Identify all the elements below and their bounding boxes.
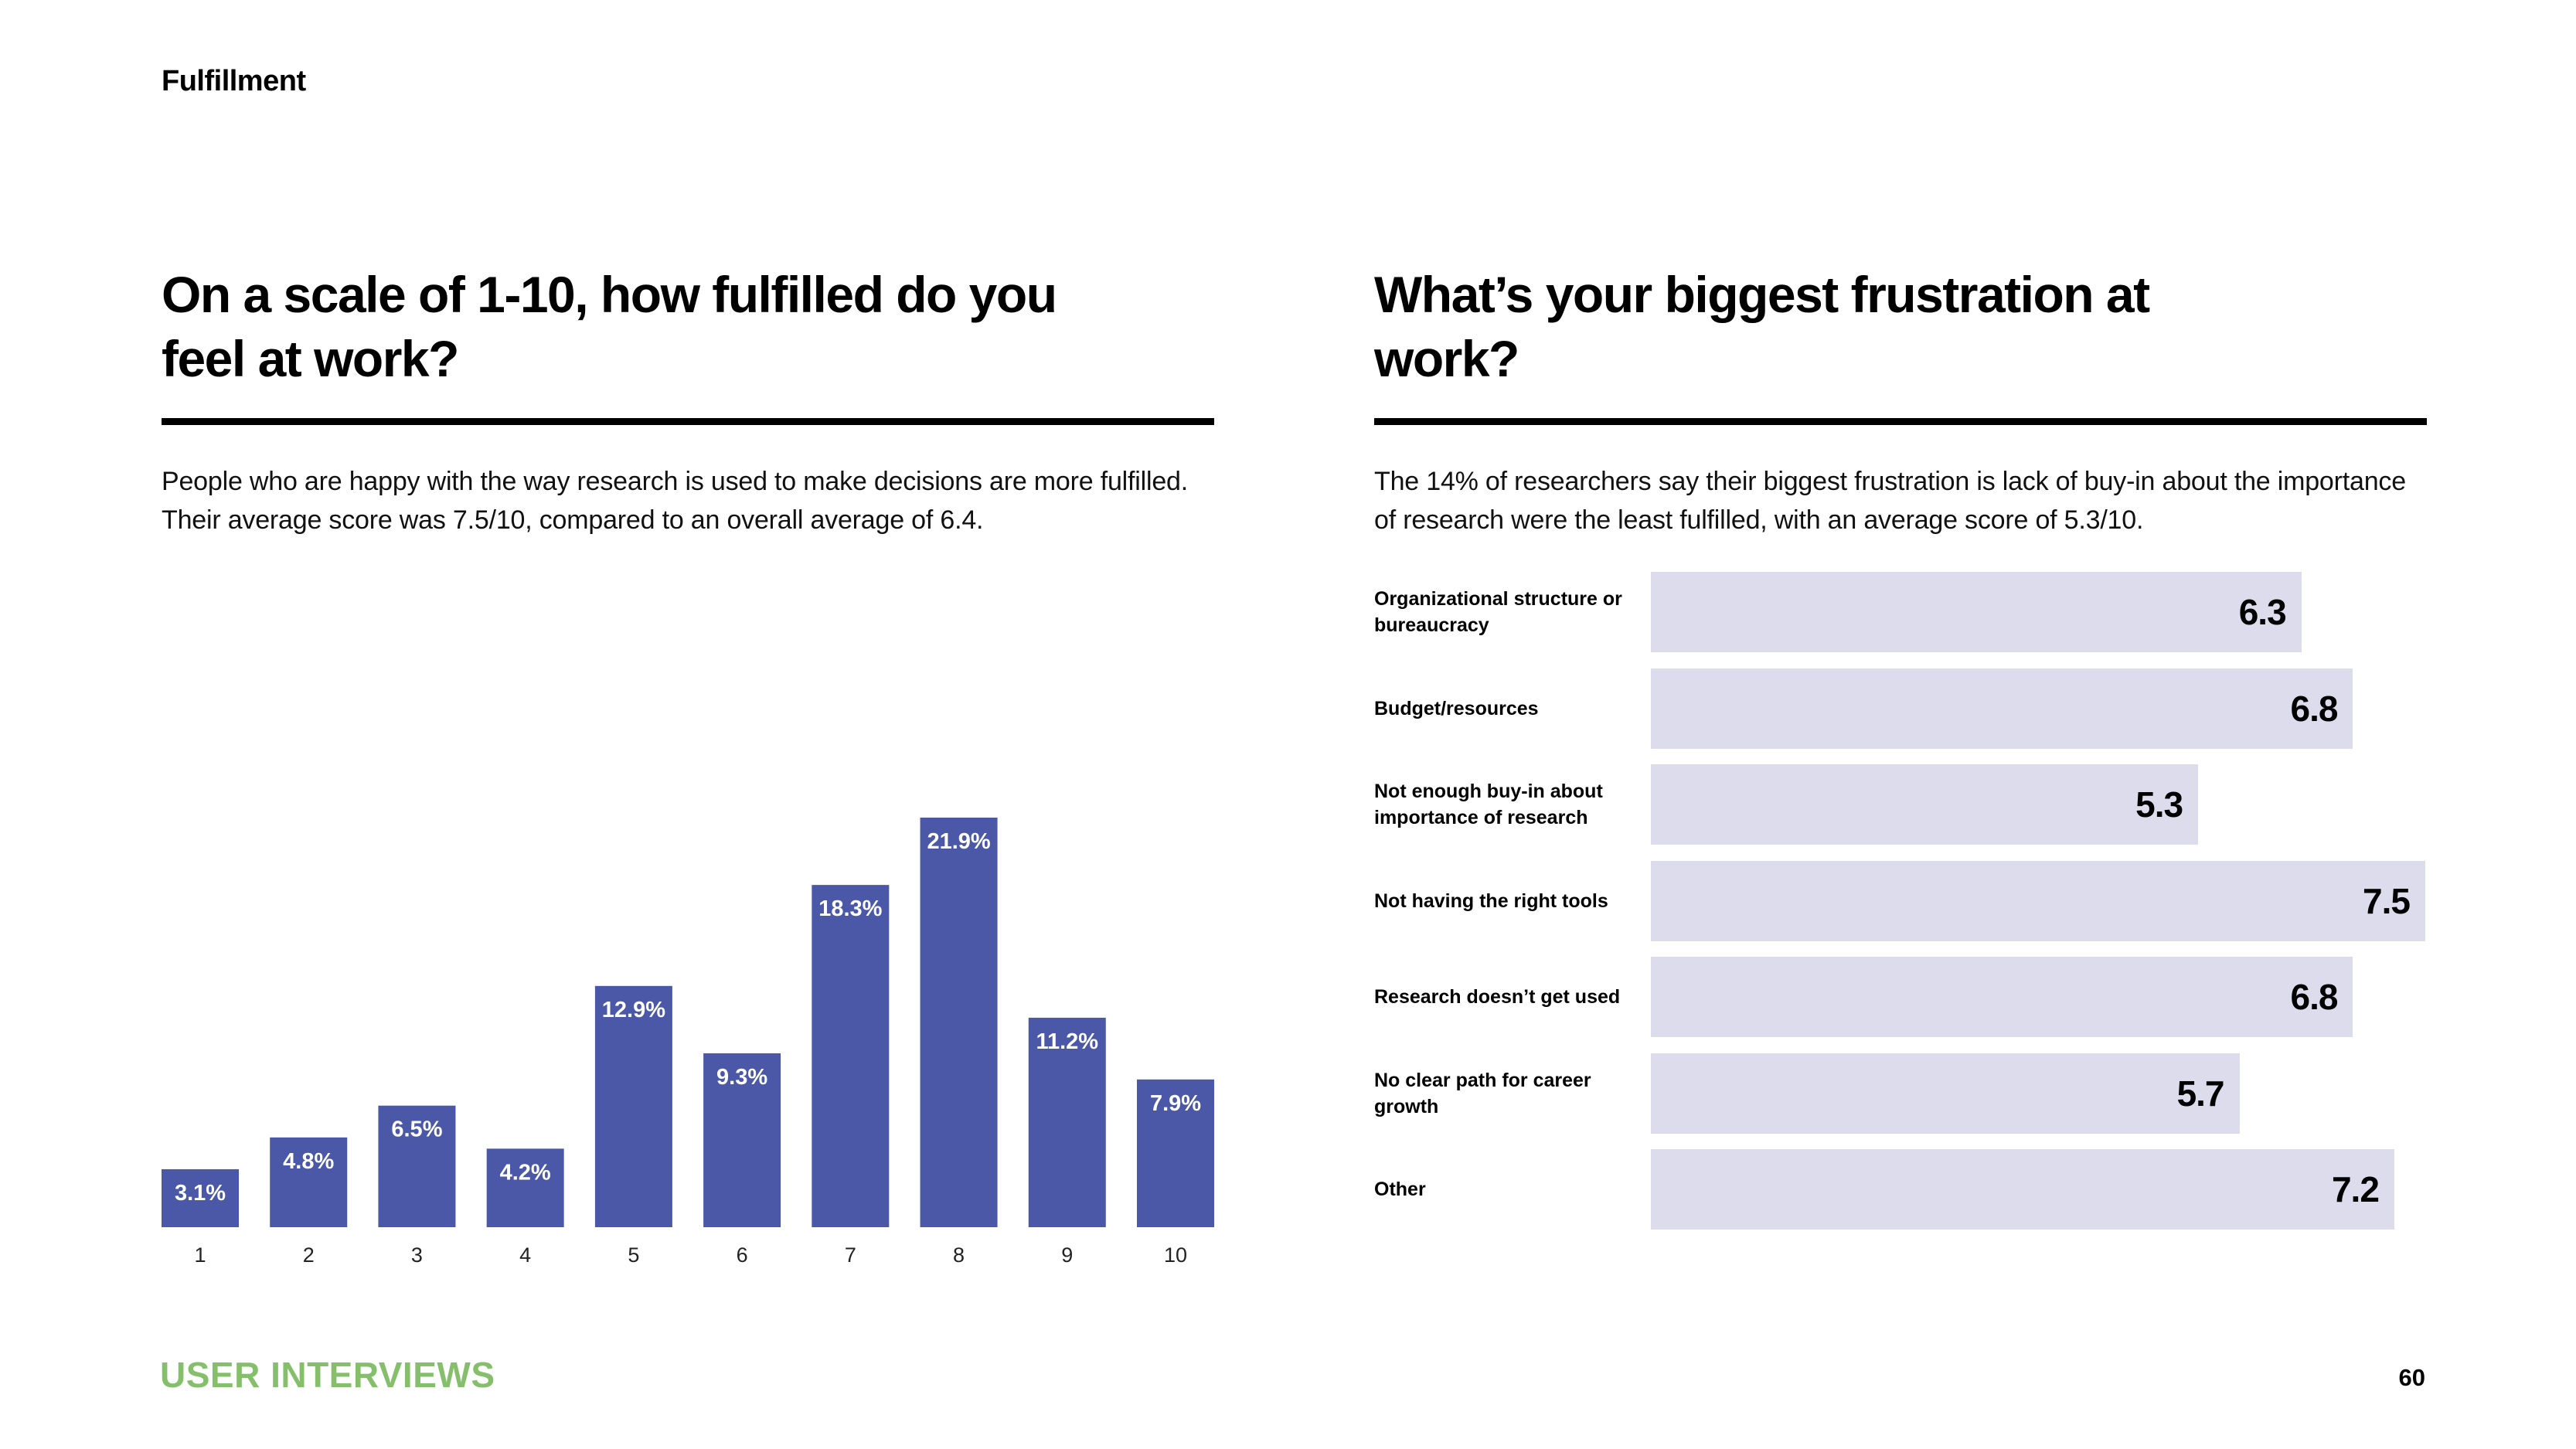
page-number: 60 (2398, 1364, 2425, 1391)
fulfillment-bar-chart: 3.1% 1 4.8% 2 6.5% 3 4.2% 4 12.9% 5 9.3% 6 18.3% 7 21.… (162, 773, 1214, 1283)
score-bar: 6.3 (1651, 572, 2302, 652)
bar-value-label: 9.3% (716, 1065, 767, 1090)
bar-value-label: 4.8% (283, 1149, 334, 1174)
bar-7 (812, 885, 890, 1227)
score-bar: 7.2 (1651, 1149, 2394, 1230)
frustration-question: What’s your biggest frustration at work? (1374, 266, 2150, 387)
category-label: Not having the right tools (1374, 889, 1608, 912)
bar-value-label: 12.9% (602, 998, 665, 1022)
x-tick-label: 9 (1061, 1243, 1073, 1267)
score-value: 5.3 (2135, 784, 2183, 825)
bar-value-label: 4.2% (500, 1160, 551, 1185)
fulfillment-chart-svg: 3.1% 1 4.8% 2 6.5% 3 4.2% 4 12.9% 5 9.3% 6 18.3% 7 21.… (162, 818, 1214, 1267)
frustration-row: Not having the right tools 7.5 (1374, 860, 2425, 941)
frustration-panel: What’s your biggest frustration at work?… (1374, 263, 2427, 566)
score-value: 7.5 (2363, 880, 2411, 921)
score-value: 7.2 (2331, 1169, 2380, 1209)
x-tick-label: 3 (411, 1243, 423, 1267)
x-tick-label: 7 (845, 1243, 856, 1267)
fulfillment-description: People who are happy with the way resear… (162, 467, 1188, 535)
score-value: 5.7 (2176, 1073, 2225, 1114)
x-tick-label: 5 (628, 1243, 639, 1267)
category-label: Budget/resources (1374, 697, 1539, 719)
section-label: Fulfillment (162, 65, 306, 97)
score-value: 6.3 (2238, 592, 2287, 632)
x-tick-label: 1 (194, 1243, 206, 1267)
x-tick-label: 2 (303, 1243, 315, 1267)
score-bar: 6.8 (1651, 957, 2353, 1037)
score-bar: 5.7 (1651, 1053, 2240, 1134)
category-label: No clear path for career growth (1374, 1069, 1591, 1117)
heading-rule (162, 418, 1214, 425)
fulfillment-question: On a scale of 1-10, how fulfilled do you… (162, 266, 1057, 387)
x-tick-label: 10 (1164, 1243, 1187, 1267)
category-label: Organizational structure or bureaucracy (1374, 588, 1622, 636)
x-tick-label: 6 (737, 1243, 748, 1267)
bar-value-label: 6.5% (391, 1117, 442, 1142)
bar-value-label: 3.1% (175, 1181, 226, 1206)
bar-value-label: 21.9% (927, 829, 990, 854)
heading-rule (1374, 418, 2427, 425)
category-label: Other (1374, 1179, 1426, 1200)
frustration-description: The 14% of researchers say their biggest… (1374, 467, 2406, 535)
score-bar: 6.8 (1651, 668, 2353, 749)
frustration-row: Budget/resources 6.8 (1374, 668, 2425, 749)
category-label: Research doesn’t get used (1374, 986, 1621, 1008)
frustration-row: Not enough buy-in about importance of re… (1374, 764, 2425, 845)
score-bar: 5.3 (1651, 764, 2199, 845)
frustration-row: No clear path for career growth 5.7 (1374, 1053, 2425, 1134)
frustration-bar-chart: Organizational structure or bureaucracy 6… (1374, 572, 2425, 1236)
x-tick-label: 8 (953, 1243, 965, 1267)
fulfillment-panel: On a scale of 1-10, how fulfilled do you… (162, 263, 1214, 566)
category-label: Not enough buy-in about importance of re… (1374, 781, 1603, 828)
score-value: 6.8 (2290, 977, 2339, 1017)
score-bar: 7.5 (1651, 860, 2425, 941)
frustration-row: Research doesn’t get used 6.8 (1374, 957, 2425, 1037)
brand-logo: USER INTERVIEWS (160, 1355, 495, 1395)
bar-8 (920, 818, 998, 1227)
frustration-row: Other 7.2 (1374, 1149, 2425, 1230)
bar-value-label: 7.9% (1150, 1091, 1201, 1116)
score-value: 6.8 (2290, 688, 2339, 729)
bar-value-label: 11.2% (1036, 1029, 1098, 1054)
frustration-row: Organizational structure or bureaucracy 6… (1374, 572, 2425, 652)
x-tick-label: 4 (519, 1243, 531, 1267)
bar-value-label: 18.3% (818, 896, 882, 921)
